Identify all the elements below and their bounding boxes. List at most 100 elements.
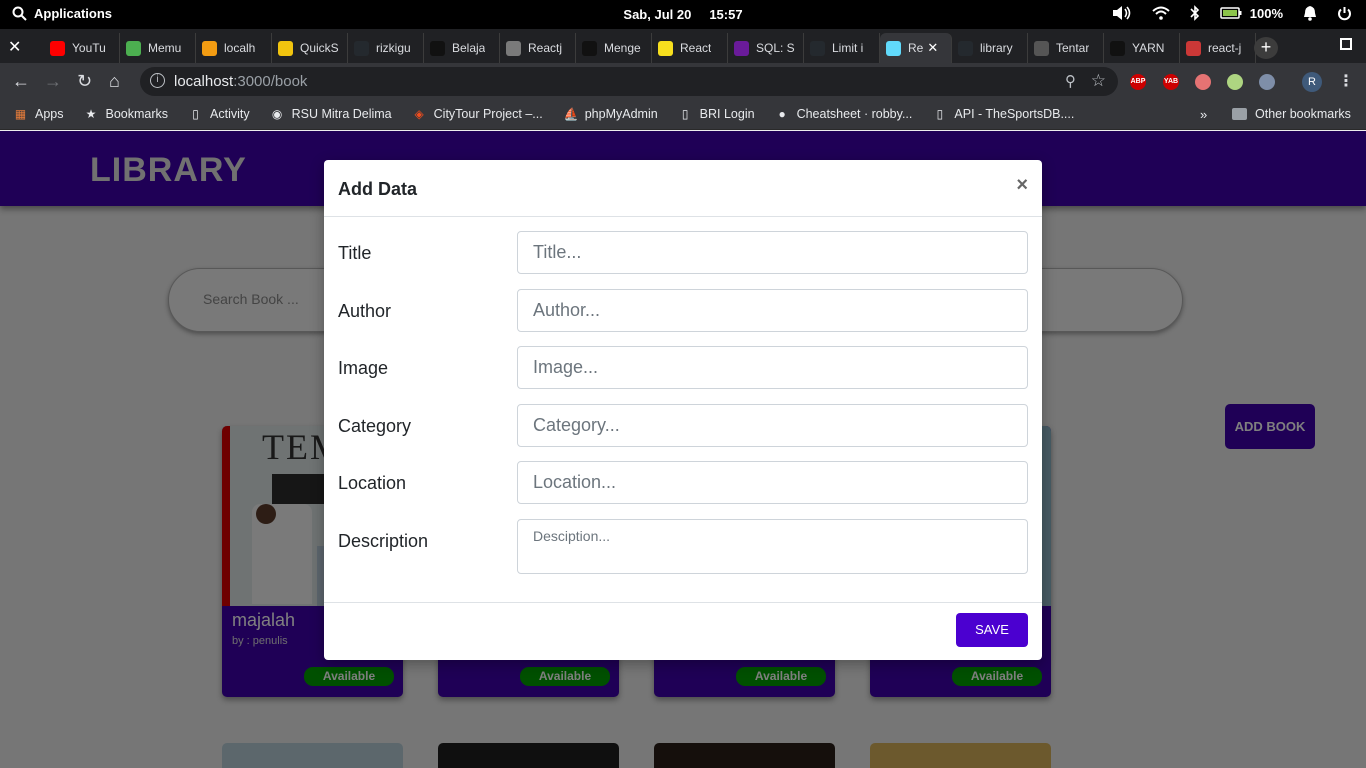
leaf-icon xyxy=(126,40,141,56)
add-data-modal: Add Data × Title Author Image Category L… xyxy=(324,160,1042,660)
home-icon[interactable]: ⌂ xyxy=(109,71,120,91)
browser-tab[interactable]: React xyxy=(652,33,728,63)
forward-arrow-icon[interactable]: → xyxy=(44,71,62,91)
title-input[interactable] xyxy=(517,231,1028,274)
browser-tab[interactable]: Tentar xyxy=(1028,33,1104,63)
form-row-description: Description xyxy=(338,519,1028,574)
extension-icon[interactable] xyxy=(1259,74,1275,90)
bookmark-label: Activity xyxy=(210,107,250,121)
tab-label: React xyxy=(680,41,712,55)
bookmark-label: Bookmarks xyxy=(105,107,169,121)
url-text[interactable]: localhost:3000/book xyxy=(174,73,307,90)
bookmarks-bar: ▦ Apps ★ Bookmarks ▯ Activity ◉ RSU Mitra Delim… xyxy=(0,100,1366,130)
other-bookmarks[interactable]: Other bookmarks xyxy=(1232,107,1351,121)
system-tray[interactable]: 100% xyxy=(1112,5,1352,21)
bookmarks-overflow-icon[interactable]: » xyxy=(1200,107,1207,122)
bookmark-item[interactable]: ▯ BRI Login xyxy=(679,107,755,121)
phpmyadmin-icon xyxy=(202,40,217,56)
browser-tab[interactable]: localh xyxy=(196,33,272,63)
browser-tab[interactable]: Menge xyxy=(576,33,652,63)
close-tab-icon[interactable]: ✕ xyxy=(927,40,938,56)
back-arrow-icon[interactable]: ← xyxy=(12,71,30,91)
folder-icon xyxy=(1232,108,1247,120)
bookmark-item[interactable]: ◈ CityTour Project –... xyxy=(413,107,543,121)
url-path: :3000/book xyxy=(233,73,308,90)
browser-tab[interactable]: Limit i xyxy=(804,33,880,63)
volume-icon xyxy=(1112,6,1131,20)
bookmark-label: RSU Mitra Delima xyxy=(291,107,392,121)
page-viewport: LIBRARY Search Book ... ADD BOOK TEM maj… xyxy=(0,131,1366,768)
browser-tab[interactable]: QuickS xyxy=(272,33,348,63)
medium-icon xyxy=(1110,40,1125,56)
zoom-magnifier-icon[interactable]: ⚲ xyxy=(1065,72,1076,90)
form-row-author: Author xyxy=(338,289,1028,332)
tab-label: Reactj xyxy=(528,41,563,55)
bookmark-label: API - TheSportsDB.... xyxy=(954,107,1075,121)
clock-time: 15:57 xyxy=(709,7,743,22)
browser-tab[interactable]: SQL: S xyxy=(728,33,804,63)
bookmark-item[interactable]: ● Cheatsheet · robby... xyxy=(776,107,913,121)
page-icon: ▯ xyxy=(192,106,199,121)
site-info-icon[interactable]: i xyxy=(150,73,165,88)
search-icon xyxy=(12,6,27,21)
react-icon xyxy=(886,40,901,56)
new-tab-button[interactable]: + xyxy=(1254,37,1278,59)
form-row-image: Image xyxy=(338,346,1028,389)
modal-footer: SAVE xyxy=(324,602,1042,660)
bluetooth-icon xyxy=(1190,5,1199,21)
extension-icon[interactable]: YAB xyxy=(1163,74,1179,90)
form-row-location: Location xyxy=(338,461,1028,504)
modal-title: Add Data xyxy=(338,179,418,199)
description-textarea[interactable] xyxy=(517,519,1028,574)
bookmark-item[interactable]: ◉ RSU Mitra Delima xyxy=(271,107,392,121)
browser-tab[interactable]: library xyxy=(952,33,1028,63)
github-icon xyxy=(810,40,825,56)
tab-label: Memu xyxy=(148,41,182,55)
page-icon: ▯ xyxy=(681,106,689,121)
bookmark-item[interactable]: ▯ Activity xyxy=(189,106,250,121)
location-input[interactable] xyxy=(517,461,1028,504)
browser-tab[interactable]: react-j xyxy=(1180,33,1256,63)
page-icon: ▯ xyxy=(936,106,944,121)
location-label: Location xyxy=(338,473,407,493)
close-window-icon[interactable]: ✕ xyxy=(8,37,21,57)
browser-tab[interactable]: YARN xyxy=(1104,33,1180,63)
browser-tab[interactable]: Reactj xyxy=(500,33,576,63)
browser-tab[interactable]: Memu xyxy=(120,33,196,63)
url-host: localhost xyxy=(174,73,234,90)
bookmark-item[interactable]: ★ Bookmarks xyxy=(85,107,169,121)
tab-list: YouTu Memu localh QuickS rizkigu Belaja Reactj… xyxy=(44,33,1256,63)
tab-label: Limit i xyxy=(832,41,864,55)
bookmark-item[interactable]: ⛵ phpMyAdmin xyxy=(564,107,658,121)
scrimba-icon xyxy=(658,40,673,56)
tab-label: react-j xyxy=(1208,41,1242,55)
bookmark-item[interactable]: ▦ Apps xyxy=(14,107,64,121)
browser-tab[interactable]: Re ✕ xyxy=(880,33,952,63)
bookmark-item[interactable]: ▯ API - TheSportsDB.... xyxy=(933,106,1075,121)
quickstart-icon xyxy=(278,40,293,56)
extension-icon[interactable] xyxy=(1195,74,1211,90)
address-bar[interactable]: i localhost:3000/book ⚲ ☆ xyxy=(140,67,1118,96)
bookmark-label: Apps xyxy=(35,107,64,121)
bookmark-star-icon[interactable]: ☆ xyxy=(1091,71,1106,91)
profile-avatar[interactable]: R xyxy=(1302,72,1322,92)
tab-label: library xyxy=(980,41,1013,55)
extension-icon[interactable]: ABP xyxy=(1130,74,1146,90)
close-icon[interactable]: × xyxy=(1016,175,1028,195)
image-input[interactable] xyxy=(517,346,1028,389)
save-button[interactable]: SAVE xyxy=(956,613,1028,647)
browser-tab[interactable]: Belaja xyxy=(424,33,500,63)
author-input[interactable] xyxy=(517,289,1028,332)
reload-icon[interactable]: ↻ xyxy=(77,71,92,91)
bookmark-label: phpMyAdmin xyxy=(584,107,658,121)
restore-window-icon[interactable] xyxy=(1340,38,1352,50)
browser-tab[interactable]: rizkigu xyxy=(348,33,424,63)
medium-icon xyxy=(582,40,597,56)
bookmark-label: Cheatsheet · robby... xyxy=(796,107,913,121)
tab-label: rizkigu xyxy=(376,41,411,55)
browser-tab[interactable]: YouTu xyxy=(44,33,120,63)
applications-menu[interactable]: Applications xyxy=(12,6,112,21)
browser-menu-icon[interactable]: ⋮ xyxy=(1338,71,1354,91)
extension-icon[interactable] xyxy=(1227,74,1243,90)
category-input[interactable] xyxy=(517,404,1028,447)
